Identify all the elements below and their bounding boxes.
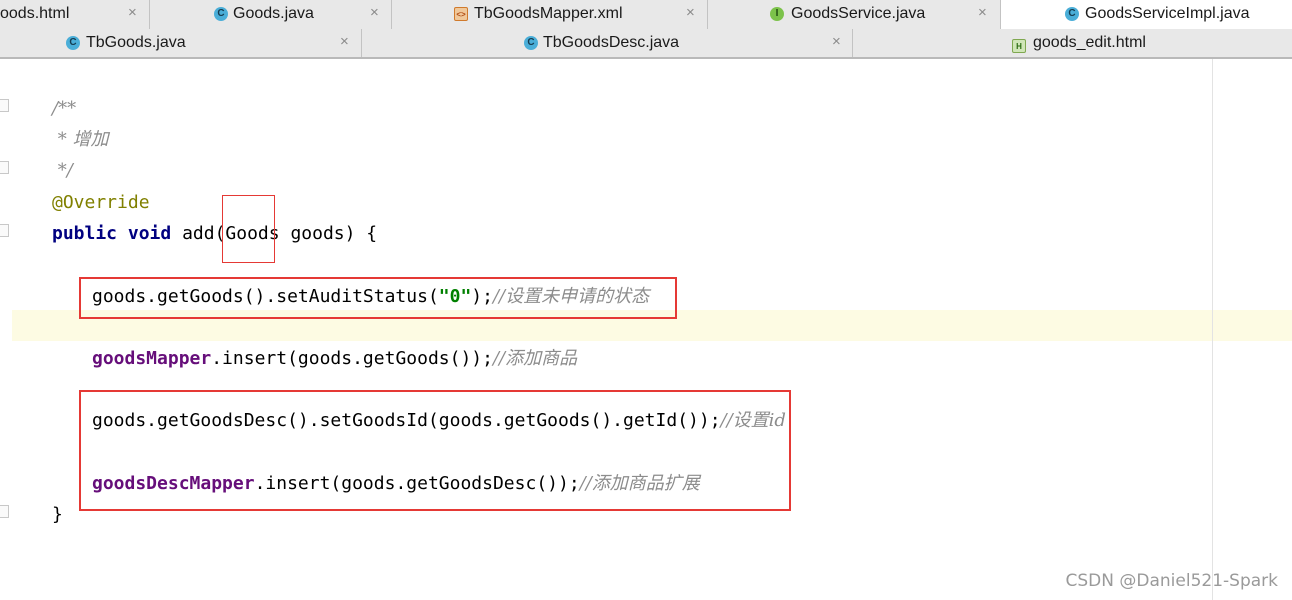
tab-tbgoodsmapper-xml[interactable]: <> TbGoodsMapper.xml × [392, 0, 708, 29]
keyword-public: public [52, 223, 118, 244]
tab-label: GoodsServiceImpl.java [1085, 5, 1250, 22]
highlight-box-param-type [222, 195, 275, 263]
close-icon[interactable]: × [832, 33, 841, 50]
editor-tab-bar-bottom: C TbGoods.java × C TbGoodsDesc.java × H … [0, 29, 1292, 59]
watermark: CSDN @Daniel521-Spark [1065, 571, 1278, 591]
close-icon[interactable]: × [340, 33, 349, 50]
class-icon: C [524, 36, 538, 50]
tab-goods-edit-html[interactable]: H goods_edit.html [853, 29, 1292, 57]
highlight-box-audit-status [79, 277, 677, 319]
close-icon[interactable]: × [370, 4, 379, 21]
right-margin-guide [1212, 59, 1213, 600]
tab-label: Goods.java [233, 5, 314, 22]
javadoc-body: * 增加 [52, 129, 109, 150]
signature-rest: goods) { [279, 223, 378, 244]
highlight-box-goods-desc [79, 390, 791, 511]
tab-goods-java[interactable]: C Goods.java × [150, 0, 392, 29]
code-text: .insert(goods.getGoods()); [211, 348, 493, 369]
interface-icon: I [770, 7, 784, 21]
method-signature: public void add(Goods goods) { [52, 224, 377, 244]
code-line-goods-mapper-insert: goodsMapper.insert(goods.getGoods());//添… [92, 349, 577, 369]
javadoc-open: /** [52, 98, 77, 119]
close-icon[interactable]: × [978, 4, 987, 21]
tab-goods-html[interactable]: oods.html × [0, 0, 150, 29]
fold-marker-icon[interactable] [0, 99, 9, 112]
editor-gutter [0, 59, 12, 600]
tab-tbgoodsdesc-java[interactable]: C TbGoodsDesc.java × [362, 29, 853, 57]
close-icon[interactable]: × [686, 4, 695, 21]
keyword-void: void [127, 223, 172, 244]
tab-label: TbGoodsDesc.java [543, 34, 680, 51]
fold-marker-icon[interactable] [0, 161, 9, 174]
override-annotation: @Override [52, 192, 150, 213]
tab-label: goods_edit.html [1033, 34, 1146, 51]
tab-label: TbGoodsMapper.xml [474, 5, 623, 22]
javadoc-close: */ [52, 160, 73, 181]
close-icon[interactable]: × [128, 4, 137, 21]
tab-label: GoodsService.java [791, 5, 926, 22]
line-comment: //添加商品 [492, 348, 578, 369]
class-icon: C [66, 36, 80, 50]
tab-tbgoods-java[interactable]: C TbGoods.java × [0, 29, 362, 57]
tab-label: oods.html [0, 5, 70, 22]
editor-tab-bar-top: oods.html × C Goods.java × <> TbGoodsMap… [0, 0, 1292, 30]
class-icon: C [1065, 7, 1079, 21]
tab-goodsserviceimpl-java[interactable]: C GoodsServiceImpl.java [1001, 0, 1292, 29]
fold-marker-icon[interactable] [0, 224, 9, 237]
method-name: add( [171, 223, 226, 244]
code-editor[interactable]: /** * 增加 */ @Override public void add(Go… [0, 59, 1292, 600]
closing-brace: } [52, 504, 63, 525]
field-reference: goodsMapper [92, 348, 212, 369]
html-file-icon: H [1012, 39, 1026, 53]
xml-file-icon: <> [454, 7, 468, 21]
fold-marker-icon[interactable] [0, 505, 9, 518]
tab-goodsservice-java[interactable]: I GoodsService.java × [708, 0, 1001, 29]
class-icon: C [214, 7, 228, 21]
tab-label: TbGoods.java [86, 34, 186, 51]
